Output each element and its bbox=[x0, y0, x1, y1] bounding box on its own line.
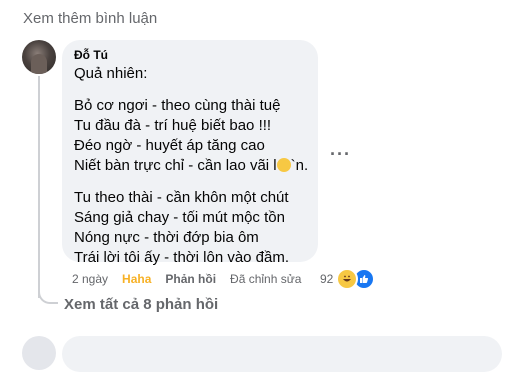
comment-actions: 2 ngày Haha Phản hồi Đã chỉnh sửa bbox=[72, 272, 315, 286]
next-avatar bbox=[22, 336, 56, 370]
comment-line-suffix: `n. bbox=[290, 157, 309, 174]
reply-input[interactable] bbox=[62, 336, 502, 372]
edited-label[interactable]: Đã chỉnh sửa bbox=[230, 272, 301, 286]
comment-line-gap bbox=[74, 84, 306, 96]
comment-line: Niết bàn trực chỉ - cần lao vãi l `n. bbox=[74, 156, 309, 176]
comment-line: Tu theo thài - cần khôn một chút bbox=[74, 189, 289, 206]
comment-line: Sáng giả chay - tối mút mộc tồn bbox=[74, 209, 285, 226]
comment-bubble: Đỗ Tú Quả nhiên: Bỏ cơ ngơi - theo cùng … bbox=[62, 40, 318, 266]
grimace-emoji-icon bbox=[276, 158, 291, 172]
comment-line: Trái lời tôi ấy - thời lôn vào đầm. bbox=[74, 249, 290, 266]
view-more-comments-link[interactable]: Xem thêm bình luận bbox=[23, 10, 157, 27]
reply-button[interactable]: Phản hồi bbox=[165, 272, 216, 286]
comment-line: Quả nhiên: bbox=[74, 65, 148, 82]
thread-connector bbox=[38, 286, 58, 304]
more-dots-icon[interactable]: ··· bbox=[330, 144, 351, 165]
see-all-replies-link[interactable]: Xem tất cả 8 phản hồi bbox=[64, 296, 218, 313]
comment-text: Quả nhiên: Bỏ cơ ngơi - theo cùng thài t… bbox=[74, 64, 309, 268]
thread-line bbox=[38, 76, 40, 298]
haha-reaction-button[interactable]: Haha bbox=[122, 272, 151, 286]
reaction-summary[interactable]: 92 bbox=[320, 268, 376, 290]
comment-line: Nóng nực - thời đớp bia ôm bbox=[74, 229, 259, 246]
comment-line: Bỏ cơ ngơi - theo cùng thài tuệ bbox=[74, 97, 281, 114]
comment-line-gap bbox=[74, 176, 306, 188]
comment-line: Đéo ngờ - huyết áp tăng cao bbox=[74, 137, 265, 154]
haha-reaction-icon bbox=[336, 268, 359, 290]
comment-time[interactable]: 2 ngày bbox=[72, 272, 108, 286]
comment-line-text: Niết bàn trực chỉ - cần lao vãi l bbox=[74, 157, 277, 174]
avatar[interactable] bbox=[22, 40, 56, 74]
comment-author[interactable]: Đỗ Tú bbox=[74, 47, 306, 63]
reaction-count: 92 bbox=[320, 272, 334, 286]
comment-line: Tu đầu đà - trí huệ biết bao !!! bbox=[74, 117, 272, 134]
